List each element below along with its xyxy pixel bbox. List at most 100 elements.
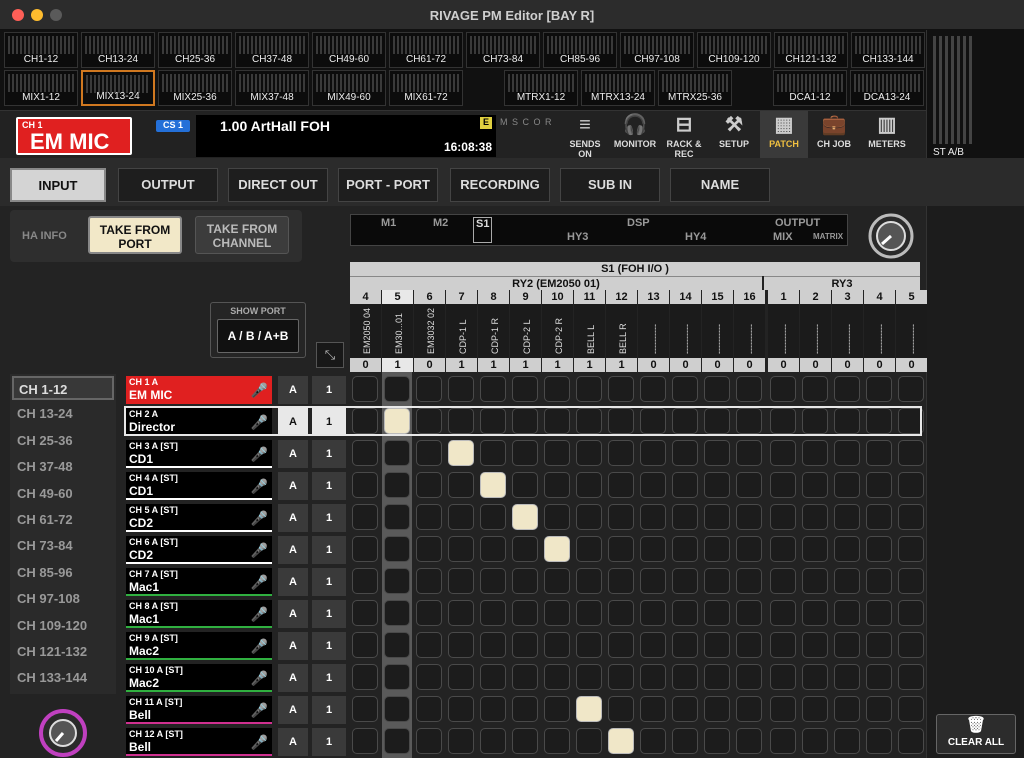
- scene-display[interactable]: 1.00 ArtHall FOH 16:08:38: [196, 115, 496, 157]
- tab-input[interactable]: INPUT: [10, 168, 106, 202]
- bank-mtrx13-24[interactable]: MTRX13-24: [581, 70, 655, 106]
- patch-cell[interactable]: [608, 696, 634, 722]
- row-channel-name[interactable]: CH 8 A [ST] Mac1 🎤: [126, 600, 272, 628]
- patch-cell[interactable]: [704, 472, 730, 498]
- patch-cell[interactable]: [866, 472, 892, 498]
- st-meter[interactable]: ST A/B: [926, 30, 1024, 158]
- patch-cell[interactable]: [704, 536, 730, 562]
- patch-cell[interactable]: [384, 600, 410, 626]
- patch-cell[interactable]: [448, 472, 474, 498]
- row-port[interactable]: A: [278, 408, 308, 436]
- bank-ch85-96[interactable]: CH85-96: [543, 32, 617, 68]
- patch-cell[interactable]: [866, 664, 892, 690]
- bank-ch73-84[interactable]: CH73-84: [466, 32, 540, 68]
- bank-select-ch-13-24[interactable]: CH 13-24: [12, 402, 114, 426]
- bank-mix49-60[interactable]: MIX49-60: [312, 70, 386, 106]
- patch-cell[interactable]: [802, 568, 828, 594]
- patch-cell[interactable]: [352, 504, 378, 530]
- row-number[interactable]: 1: [312, 376, 346, 404]
- patch-cell[interactable]: [704, 408, 730, 434]
- patch-cell[interactable]: [576, 600, 602, 626]
- patch-cell[interactable]: [384, 408, 410, 434]
- patch-cell[interactable]: [736, 728, 762, 754]
- patch-cell[interactable]: [802, 728, 828, 754]
- patch-cell[interactable]: [544, 472, 570, 498]
- patch-cell[interactable]: [352, 600, 378, 626]
- patch-cell[interactable]: [576, 696, 602, 722]
- patch-cell[interactable]: [770, 376, 796, 402]
- patch-cell[interactable]: [770, 664, 796, 690]
- patch-cell[interactable]: [512, 632, 538, 658]
- patch-cell[interactable]: [672, 600, 698, 626]
- patch-cell[interactable]: [576, 536, 602, 562]
- patch-cell[interactable]: [448, 376, 474, 402]
- patch-cell[interactable]: [608, 568, 634, 594]
- patch-cell[interactable]: [576, 440, 602, 466]
- patch-cell[interactable]: [672, 664, 698, 690]
- row-port[interactable]: A: [278, 440, 308, 468]
- row-port[interactable]: A: [278, 536, 308, 564]
- patch-cell[interactable]: [384, 568, 410, 594]
- patch-cell[interactable]: [770, 696, 796, 722]
- port-overview[interactable]: M1 M2 S1 DSP HY3 HY4 OUTPUT MIX MATRIX: [350, 214, 848, 246]
- row-number[interactable]: 1: [312, 696, 346, 724]
- patch-cell[interactable]: [640, 600, 666, 626]
- patch-cell[interactable]: [448, 408, 474, 434]
- row-number[interactable]: 1: [312, 664, 346, 692]
- bank-mix13-24[interactable]: MIX13-24: [81, 70, 155, 106]
- zoom-icon[interactable]: ⤡: [316, 342, 344, 368]
- patch-cell[interactable]: [704, 728, 730, 754]
- ch-job-button[interactable]: 💼 CH JOB: [812, 111, 856, 159]
- patch-cell[interactable]: [480, 504, 506, 530]
- patch-cell[interactable]: [576, 728, 602, 754]
- meters-button[interactable]: ▥ METERS: [860, 111, 914, 159]
- patch-cell[interactable]: [736, 664, 762, 690]
- bank-ch49-60[interactable]: CH49-60: [312, 32, 386, 68]
- patch-cell[interactable]: [416, 728, 442, 754]
- patch-cell[interactable]: [834, 536, 860, 562]
- patch-cell[interactable]: [802, 440, 828, 466]
- patch-cell[interactable]: [770, 536, 796, 562]
- row-number[interactable]: 1: [312, 408, 346, 436]
- patch-cell[interactable]: [544, 504, 570, 530]
- row-number[interactable]: 1: [312, 504, 346, 532]
- patch-cell[interactable]: [512, 504, 538, 530]
- bank-select-ch-85-96[interactable]: CH 85-96: [12, 561, 114, 585]
- patch-cell[interactable]: [834, 504, 860, 530]
- patch-cell[interactable]: [770, 632, 796, 658]
- patch-cell[interactable]: [416, 504, 442, 530]
- patch-cell[interactable]: [736, 440, 762, 466]
- patch-cell[interactable]: [480, 408, 506, 434]
- patch-cell[interactable]: [448, 440, 474, 466]
- patch-cell[interactable]: [640, 568, 666, 594]
- patch-cell[interactable]: [834, 440, 860, 466]
- row-channel-name[interactable]: CH 11 A [ST] Bell 🎤: [126, 696, 272, 724]
- patch-cell[interactable]: [576, 568, 602, 594]
- patch-cell[interactable]: [672, 632, 698, 658]
- bank-dca13-24[interactable]: DCA13-24: [850, 70, 924, 106]
- patch-cell[interactable]: [736, 408, 762, 434]
- patch-cell[interactable]: [512, 696, 538, 722]
- patch-cell[interactable]: [736, 504, 762, 530]
- row-channel-name[interactable]: CH 2 A Director 🎤: [126, 408, 272, 436]
- bank-mix25-36[interactable]: MIX25-36: [158, 70, 232, 106]
- patch-cell[interactable]: [834, 728, 860, 754]
- patch-cell[interactable]: [416, 696, 442, 722]
- patch-cell[interactable]: [512, 536, 538, 562]
- bank-ch97-108[interactable]: CH97-108: [620, 32, 694, 68]
- patch-cell[interactable]: [480, 696, 506, 722]
- patch-cell[interactable]: [640, 536, 666, 562]
- patch-cell[interactable]: [608, 632, 634, 658]
- patch-cell[interactable]: [704, 440, 730, 466]
- patch-cell[interactable]: [736, 536, 762, 562]
- patch-cell[interactable]: [512, 568, 538, 594]
- tab-recording[interactable]: RECORDING: [450, 168, 550, 202]
- patch-cell[interactable]: [736, 696, 762, 722]
- patch-cell[interactable]: [898, 504, 924, 530]
- bank-mix1-12[interactable]: MIX1-12: [4, 70, 78, 106]
- bank-ch13-24[interactable]: CH13-24: [81, 32, 155, 68]
- selected-channel-name[interactable]: CH 1 EM MIC: [16, 117, 132, 155]
- patch-cell[interactable]: [480, 568, 506, 594]
- patch-cell[interactable]: [384, 472, 410, 498]
- row-number[interactable]: 1: [312, 568, 346, 596]
